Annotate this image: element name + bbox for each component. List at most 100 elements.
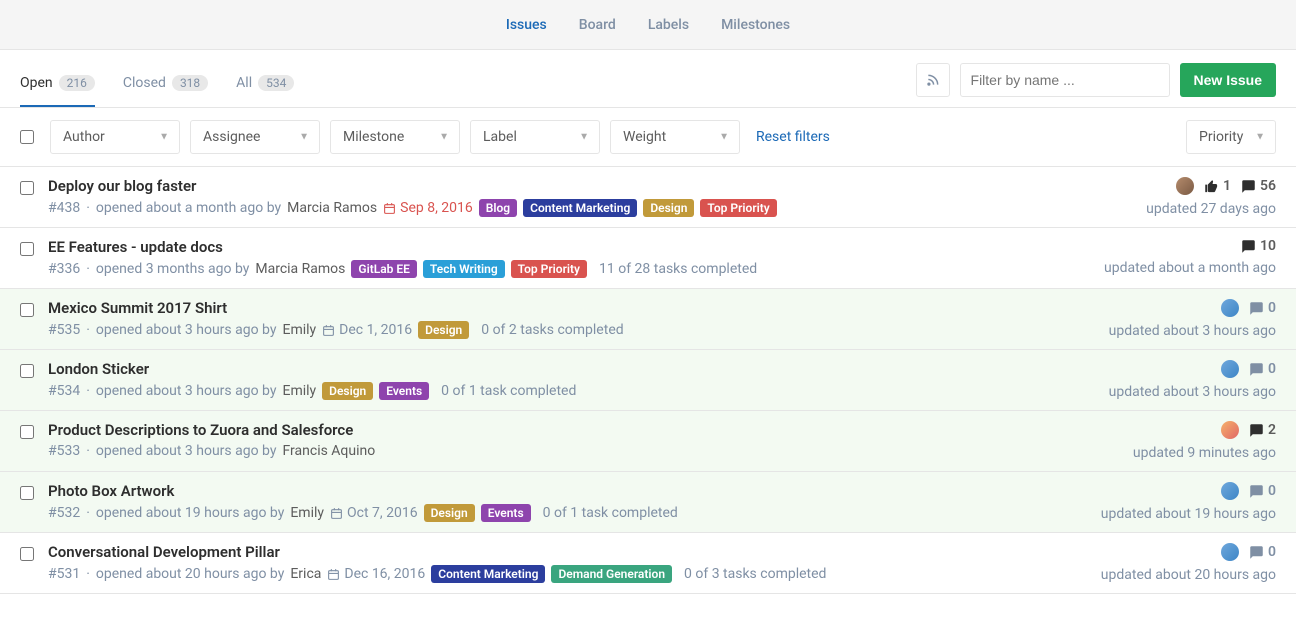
select-all-checkbox[interactable]	[20, 130, 34, 144]
nav-milestones[interactable]: Milestones	[721, 17, 790, 33]
issue-label[interactable]: Design	[424, 504, 475, 522]
issue-checkbox[interactable]	[20, 364, 34, 378]
issue-author[interactable]: Marcia Ramos	[255, 261, 345, 277]
issue-checkbox[interactable]	[20, 181, 34, 195]
assignee-avatar[interactable]	[1221, 299, 1239, 317]
issue-tasks: 0 of 1 task completed	[543, 505, 678, 521]
milestone-dropdown[interactable]: Milestone ▼	[330, 120, 460, 154]
chevron-down-icon: ▼	[1255, 132, 1265, 143]
issue-side-top: 0	[1221, 543, 1276, 561]
reset-filters-link[interactable]: Reset filters	[756, 129, 830, 145]
issue-author[interactable]: Emily	[282, 322, 316, 338]
comment-icon	[1249, 362, 1264, 377]
issue-title-link[interactable]: Deploy our blog faster	[48, 177, 196, 195]
milestone-dropdown-label: Milestone	[343, 129, 404, 145]
issue-checkbox[interactable]	[20, 242, 34, 256]
issue-row: London Sticker#534·opened about 3 hours …	[0, 350, 1296, 411]
new-issue-button[interactable]: New Issue	[1180, 63, 1276, 97]
issue-author[interactable]: Erica	[290, 566, 321, 582]
rss-button[interactable]	[916, 63, 950, 97]
label-dropdown[interactable]: Label ▼	[470, 120, 600, 154]
issue-label[interactable]: Events	[379, 382, 429, 400]
issue-title-link[interactable]: EE Features - update docs	[48, 238, 223, 256]
issue-label[interactable]: Tech Writing	[423, 260, 505, 278]
comment-count[interactable]: 0	[1249, 483, 1276, 499]
issue-label[interactable]: Design	[418, 321, 469, 339]
tab-all[interactable]: All 534	[236, 75, 294, 107]
issue-opened-text: opened about 3 hours ago by	[96, 383, 277, 399]
issue-milestone[interactable]: Dec 16, 2016	[327, 566, 425, 582]
issue-label[interactable]: Demand Generation	[551, 565, 672, 583]
nav-issues[interactable]: Issues	[506, 17, 547, 33]
assignee-avatar[interactable]	[1221, 482, 1239, 500]
issue-row: Conversational Development Pillar#531·op…	[0, 533, 1296, 594]
issue-author[interactable]: Marcia Ramos	[287, 200, 377, 216]
issue-checkbox[interactable]	[20, 486, 34, 500]
issue-label[interactable]: Content Marketing	[431, 565, 545, 583]
issue-checkbox[interactable]	[20, 547, 34, 561]
issue-title-link[interactable]: Product Descriptions to Zuora and Salesf…	[48, 421, 353, 439]
assignee-avatar[interactable]	[1221, 360, 1239, 378]
upvote-count[interactable]: 1	[1204, 178, 1231, 194]
issue-milestone[interactable]: Dec 1, 2016	[322, 322, 412, 338]
issue-main: Deploy our blog faster#438·opened about …	[48, 177, 1042, 217]
comment-count[interactable]: 0	[1249, 544, 1276, 560]
assignee-avatar[interactable]	[1221, 421, 1239, 439]
calendar-icon	[330, 507, 343, 520]
issue-title-link[interactable]: London Sticker	[48, 360, 149, 378]
author-dropdown[interactable]: Author ▼	[50, 120, 180, 154]
issue-meta: #533·opened about 3 hours ago byFrancis …	[48, 443, 1042, 459]
issue-updated: updated about 3 hours ago	[1109, 384, 1276, 400]
nav-labels[interactable]: Labels	[648, 17, 689, 33]
comment-count[interactable]: 2	[1249, 422, 1276, 438]
issue-checkbox[interactable]	[20, 425, 34, 439]
top-nav: Issues Board Labels Milestones	[0, 0, 1296, 50]
issue-author[interactable]: Emily	[282, 383, 316, 399]
issue-meta: #535·opened about 3 hours ago byEmilyDec…	[48, 321, 1042, 339]
assignee-dropdown[interactable]: Assignee ▼	[190, 120, 320, 154]
comment-count[interactable]: 0	[1249, 300, 1276, 316]
issue-updated: updated about 20 hours ago	[1101, 567, 1276, 583]
issue-title-link[interactable]: Conversational Development Pillar	[48, 543, 280, 561]
issue-label[interactable]: Top Priority	[700, 199, 776, 217]
nav-board[interactable]: Board	[579, 17, 616, 33]
issue-label[interactable]: Events	[481, 504, 531, 522]
issue-label[interactable]: Content Marketing	[523, 199, 637, 217]
state-tabs: Open 216 Closed 318 All 534	[20, 62, 294, 107]
issue-label[interactable]: Blog	[479, 199, 517, 217]
issue-label[interactable]: Design	[643, 199, 694, 217]
issue-row: EE Features - update docs#336·opened 3 m…	[0, 228, 1296, 289]
issue-author[interactable]: Francis Aquino	[282, 443, 375, 459]
assignee-avatar[interactable]	[1176, 177, 1194, 195]
weight-dropdown[interactable]: Weight ▼	[610, 120, 740, 154]
issue-checkbox[interactable]	[20, 303, 34, 317]
comment-count[interactable]: 10	[1241, 238, 1276, 254]
issue-label[interactable]: Design	[322, 382, 373, 400]
weight-dropdown-label: Weight	[623, 129, 666, 145]
issue-author[interactable]: Emily	[290, 505, 324, 521]
issue-title-link[interactable]: Photo Box Artwork	[48, 482, 174, 500]
comment-count[interactable]: 56	[1241, 178, 1276, 194]
tab-open[interactable]: Open 216	[20, 75, 95, 107]
sort-dropdown[interactable]: Priority ▼	[1186, 120, 1276, 154]
tab-closed[interactable]: Closed 318	[123, 75, 208, 107]
issue-opened-text: opened about 3 hours ago by	[96, 322, 277, 338]
issue-id: #533	[48, 443, 80, 459]
issue-label[interactable]: Top Priority	[511, 260, 587, 278]
issue-opened-text: opened about 20 hours ago by	[96, 566, 284, 582]
issue-meta: #531·opened about 20 hours ago byEricaDe…	[48, 565, 1042, 583]
issue-label[interactable]: GitLab EE	[351, 260, 417, 278]
comment-icon	[1241, 179, 1256, 194]
comment-count[interactable]: 0	[1249, 361, 1276, 377]
issue-side-top: 0	[1221, 299, 1276, 317]
issue-milestone[interactable]: Oct 7, 2016	[330, 505, 418, 521]
author-dropdown-label: Author	[63, 129, 105, 145]
assignee-avatar[interactable]	[1221, 543, 1239, 561]
filter-input[interactable]	[960, 63, 1170, 97]
issue-title-link[interactable]: Mexico Summit 2017 Shirt	[48, 299, 227, 317]
issue-updated: updated 27 days ago	[1146, 201, 1276, 217]
chevron-down-icon: ▼	[159, 132, 169, 143]
issue-opened-text: opened 3 months ago by	[96, 261, 249, 277]
issue-id: #535	[48, 322, 80, 338]
issue-side-top: 1 56	[1176, 177, 1276, 195]
